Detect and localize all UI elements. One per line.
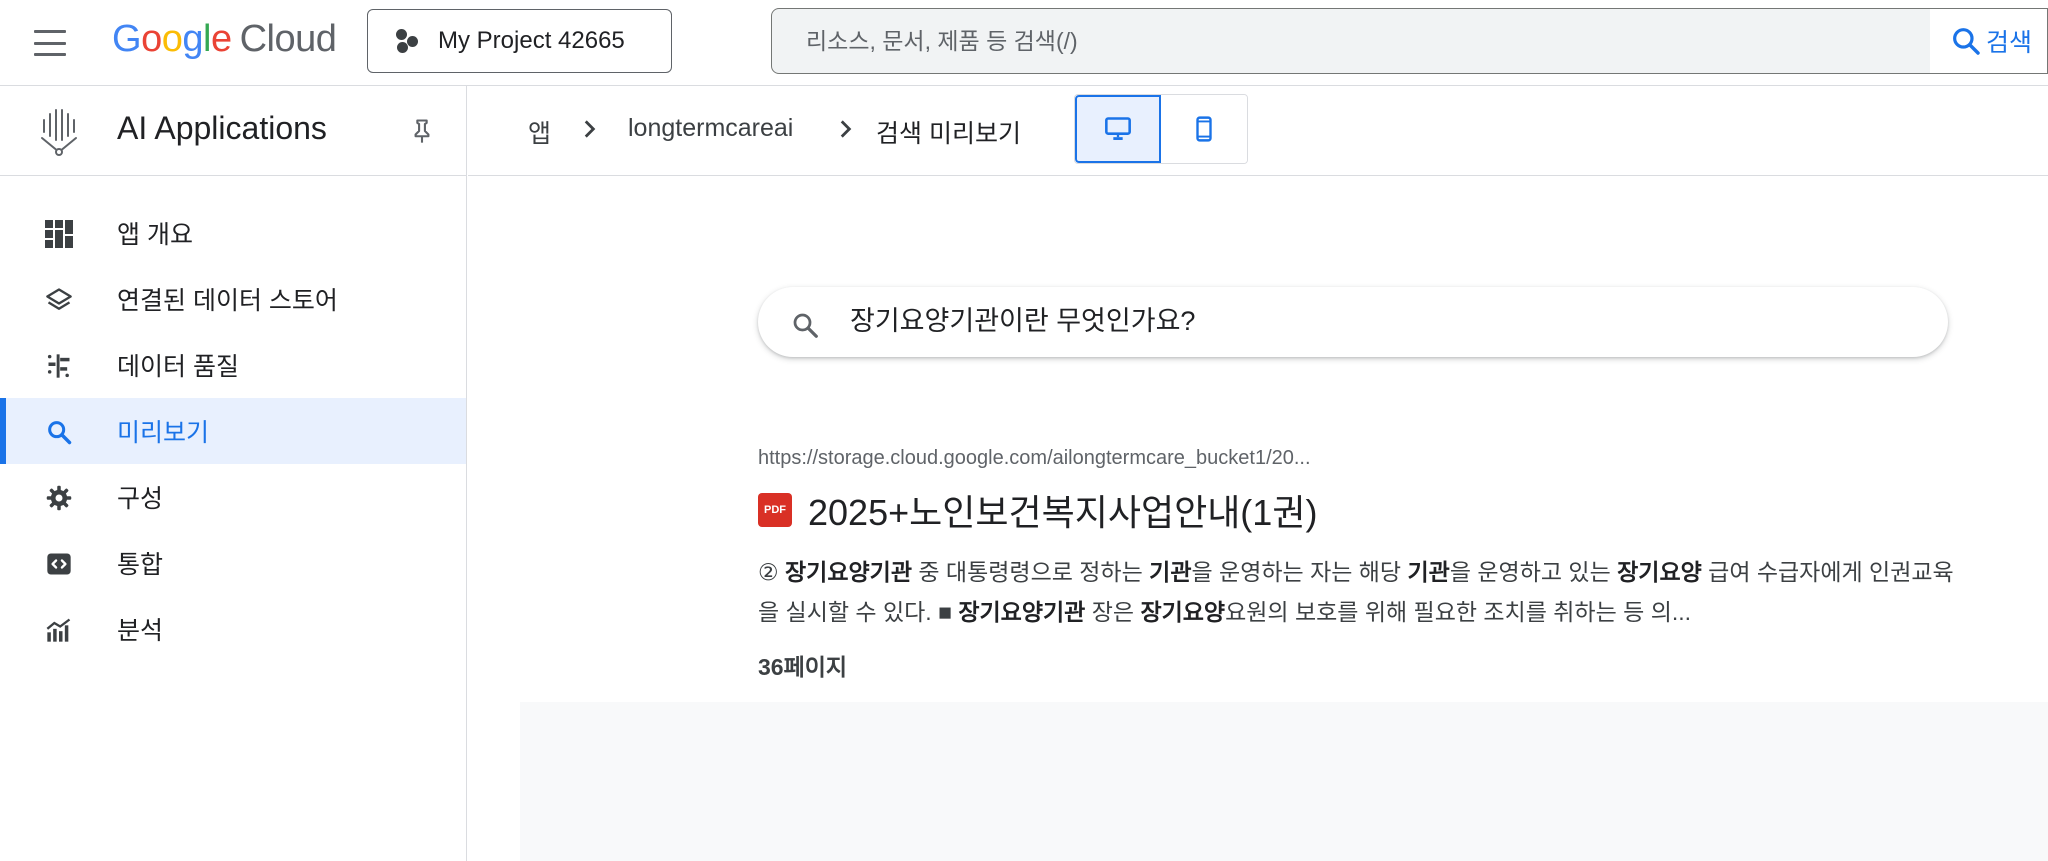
sidebar-header: AI Applications bbox=[0, 86, 466, 176]
analytics-icon bbox=[44, 615, 74, 645]
sidebar-nav: 앱 개요 연결된 데이터 스토어 데이터 품질 미리보기 구성 통합 분석 bbox=[0, 176, 466, 662]
preview-bottom-area bbox=[520, 702, 2048, 861]
snippet-part: 을 운영하고 있는 bbox=[1449, 559, 1618, 585]
snippet-highlight: 장기요양기관 bbox=[958, 599, 1086, 625]
project-name: My Project 42665 bbox=[438, 27, 625, 54]
snippet-part: 요원의 보호를 위해 필요한 조치를 취하는 등 의... bbox=[1225, 599, 1692, 625]
global-search-input[interactable] bbox=[806, 27, 1886, 55]
search-icon bbox=[793, 313, 818, 338]
snippet-part: 을 운영하는 자는 해당 bbox=[1191, 559, 1408, 585]
chevron-right-icon bbox=[840, 120, 852, 138]
sidebar: AI Applications 앱 개요 연결된 데이터 스토어 데이터 품질 bbox=[0, 86, 467, 861]
mobile-phone-icon bbox=[1196, 116, 1212, 142]
project-icon bbox=[394, 28, 420, 54]
result-snippet: ② 장기요양기관 중 대통령령으로 정하는 기관을 운영하는 자는 해당 기관을… bbox=[758, 552, 1958, 632]
pdf-file-icon: PDF bbox=[758, 493, 792, 527]
search-result: https://storage.cloud.google.com/ailongt… bbox=[758, 447, 1958, 682]
ai-applications-icon bbox=[41, 109, 77, 156]
snippet-part: 중 대통령령으로 정하는 bbox=[911, 559, 1150, 585]
result-title-link[interactable]: PDF 2025+노인보건복지사업안내(1권) bbox=[758, 484, 1958, 536]
sidebar-item-data-quality[interactable]: 데이터 품질 bbox=[0, 332, 466, 398]
sidebar-item-integration[interactable]: 통합 bbox=[0, 530, 466, 596]
preview-search-input[interactable] bbox=[850, 303, 1910, 334]
layers-icon bbox=[44, 285, 74, 315]
search-icon bbox=[1953, 28, 1980, 55]
result-url[interactable]: https://storage.cloud.google.com/ailongt… bbox=[758, 447, 1958, 470]
sidebar-item-data-stores[interactable]: 연결된 데이터 스토어 bbox=[0, 266, 466, 332]
snippet-highlight: 기관 bbox=[1149, 559, 1192, 585]
google-cloud-logo[interactable]: Google Cloud bbox=[112, 18, 337, 61]
dashboard-icon bbox=[44, 219, 74, 249]
desktop-view-button[interactable] bbox=[1075, 95, 1162, 163]
global-search-button[interactable]: 검색 bbox=[1930, 8, 2048, 74]
device-toggle bbox=[1074, 94, 1248, 164]
pin-icon[interactable] bbox=[408, 116, 436, 146]
breadcrumb-app-link[interactable]: longtermcareai bbox=[628, 114, 793, 143]
breadcrumb-apps-link[interactable]: 앱 bbox=[528, 114, 551, 150]
project-picker-button[interactable]: My Project 42665 bbox=[367, 9, 672, 73]
code-icon bbox=[44, 549, 74, 579]
data-quality-icon bbox=[44, 351, 74, 381]
app-title: AI Applications bbox=[117, 110, 327, 146]
top-bar: GoogleCloud My Project 42665 검색 bbox=[0, 0, 2048, 86]
sidebar-item-label: 데이터 품질 bbox=[117, 353, 239, 381]
chevron-right-icon bbox=[584, 120, 596, 138]
snippet-highlight: 장기요양기관 bbox=[785, 559, 912, 585]
sidebar-item-label: 통합 bbox=[117, 551, 164, 579]
breadcrumb: 앱 longtermcareai 검색 미리보기 bbox=[468, 86, 2048, 176]
gear-icon bbox=[44, 483, 74, 513]
sidebar-item-configuration[interactable]: 구성 bbox=[0, 464, 466, 530]
mobile-view-button[interactable] bbox=[1161, 95, 1247, 163]
sidebar-item-label: 분석 bbox=[117, 617, 164, 645]
main-menu-icon[interactable] bbox=[28, 26, 72, 60]
snippet-part: 장은 bbox=[1085, 599, 1141, 625]
snippet-part: ② bbox=[758, 559, 786, 585]
result-title: 2025+노인보건복지사업안내(1권) bbox=[808, 492, 1318, 533]
sidebar-item-label: 연결된 데이터 스토어 bbox=[117, 287, 338, 315]
preview-search-box bbox=[758, 287, 1948, 357]
sidebar-item-label: 구성 bbox=[117, 485, 164, 513]
desktop-icon bbox=[1105, 117, 1131, 140]
global-search-box bbox=[771, 8, 1931, 74]
sidebar-item-label: 앱 개요 bbox=[117, 221, 193, 249]
result-page-number: 36페이지 bbox=[758, 654, 848, 680]
snippet-highlight: 장기요양 bbox=[1617, 559, 1702, 585]
breadcrumb-current-page: 검색 미리보기 bbox=[876, 120, 1021, 148]
search-icon bbox=[44, 417, 74, 447]
search-button-label: 검색 bbox=[1986, 29, 2033, 57]
sidebar-item-label: 미리보기 bbox=[117, 419, 210, 447]
sidebar-item-preview[interactable]: 미리보기 bbox=[0, 398, 466, 464]
sidebar-item-app-overview[interactable]: 앱 개요 bbox=[0, 200, 466, 266]
sidebar-item-analytics[interactable]: 분석 bbox=[0, 596, 466, 662]
snippet-highlight: 장기요양 bbox=[1140, 599, 1226, 625]
search-preview-panel: https://storage.cloud.google.com/ailongt… bbox=[468, 177, 2048, 861]
logo-cloud-text: Cloud bbox=[239, 18, 337, 60]
snippet-highlight: 기관 bbox=[1407, 559, 1450, 585]
